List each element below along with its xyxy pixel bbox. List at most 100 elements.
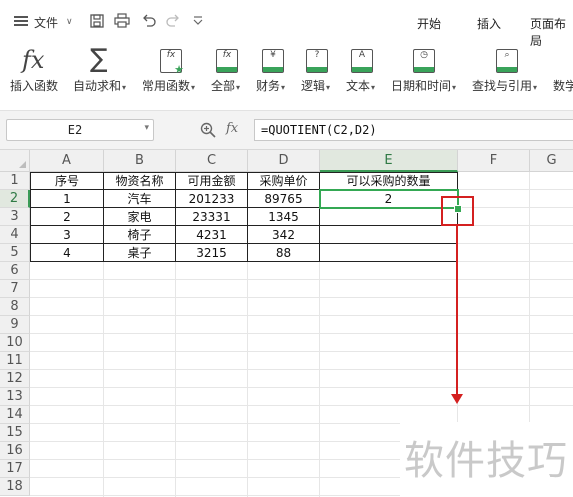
ribbon-label: 数学 [553,79,573,93]
dropdown-arrow-icon: ▾ [122,83,127,92]
table-cell[interactable]: 342 [248,226,319,244]
name-box[interactable]: E2 ▾ [6,119,154,141]
header-cell[interactable]: 序号 [31,172,103,190]
active-cell-selection [319,189,459,209]
row-header[interactable]: 4 [0,226,30,244]
zoom-search-icon[interactable] [200,122,216,138]
table-cell[interactable]: 4231 [176,226,247,244]
select-all-corner[interactable] [0,150,30,172]
row-header[interactable]: 11 [0,352,30,370]
gridline [458,189,573,190]
table-cell[interactable] [320,208,457,226]
search-book-icon: ⌕ [496,49,518,73]
fx-icon[interactable]: fx [226,121,238,136]
row-header[interactable]: 18 [0,478,30,496]
tab-page-layout[interactable]: 页面布局 [530,15,573,49]
header-cell[interactable]: 可以采购的数量 [320,172,457,190]
print-icon[interactable] [114,13,130,28]
row-header[interactable]: 13 [0,388,30,406]
dropdown-arrow-icon: ▾ [191,83,196,92]
table-cell[interactable]: 桌子 [104,244,175,262]
fx-icon: fx [22,46,45,74]
table-cell[interactable] [320,244,457,262]
table-cell[interactable]: 4 [31,244,103,262]
row-header[interactable]: 17 [0,460,30,478]
header-cell[interactable]: 采购单价 [248,172,319,190]
table-cell[interactable]: 3215 [176,244,247,262]
tab-home[interactable]: 开始 [417,15,441,32]
gridline [30,315,573,316]
gridline [30,297,573,298]
dropdown-arrow-icon: ▾ [533,83,538,92]
row-header[interactable]: 15 [0,424,30,442]
redo-icon[interactable] [166,14,180,27]
menu-bar: 文件 ∨ 开始 插入 页面布局 [0,0,573,49]
name-box-value: E2 [67,123,83,137]
row-header[interactable]: 5 [0,244,30,262]
table-cell[interactable]: 3 [31,226,103,244]
chevron-down-icon[interactable]: ▾ [144,123,149,133]
hamburger-menu-icon[interactable] [14,16,28,27]
row-header[interactable]: 3 [0,208,30,226]
fx-book-icon: fx [216,49,238,73]
header-cell[interactable]: 物资名称 [104,172,175,190]
column-header-d[interactable]: D [248,150,320,172]
row-header[interactable]: 12 [0,370,30,388]
gridline [30,351,573,352]
gridline [30,333,573,334]
table-cell[interactable]: 23331 [176,208,247,226]
column-header-c[interactable]: C [176,150,248,172]
formula-input[interactable]: =QUOTIENT(C2,D2) [254,119,573,141]
star-fx-icon: fx ★ [160,49,184,75]
gridline [458,243,573,244]
row-header[interactable]: 7 [0,280,30,298]
ribbon-label: 插入函数 [10,79,59,93]
formula-text: =QUOTIENT(C2,D2) [261,123,377,137]
table-cell[interactable]: 家电 [104,208,175,226]
table-cell[interactable]: 89765 [248,190,319,208]
save-icon[interactable] [90,14,104,28]
gridline [458,207,573,208]
tab-insert[interactable]: 插入 [477,15,501,32]
ribbon-label: 查找与引用 [472,79,533,93]
file-menu[interactable]: 文件 [34,14,58,31]
annotation-arrow-head-icon [451,394,463,404]
table-cell[interactable]: 1345 [248,208,319,226]
chevron-down-icon[interactable]: ∨ [66,17,73,27]
table-cell[interactable]: 椅子 [104,226,175,244]
dropdown-arrow-icon: ▾ [281,83,286,92]
ribbon-label: 自动求和 [73,79,122,93]
undo-icon[interactable] [142,14,156,27]
table-cell[interactable]: 2 [31,208,103,226]
ribbon-label: 文本 [346,79,371,93]
row-header[interactable]: 1 [0,172,30,190]
column-header-b[interactable]: B [104,150,176,172]
clock-book-icon: ◷ [413,49,435,73]
table-cell[interactable]: 汽车 [104,190,175,208]
formula-ribbon: fx 插入函数 ∑ 自动求和▾ fx ★ 常用函数▾ fx 全部▾ ¥ 财务▾ ?… [0,44,573,102]
column-header-f[interactable]: F [458,150,530,172]
row-header[interactable]: 16 [0,442,30,460]
customize-dropdown-icon[interactable] [193,16,203,26]
dropdown-arrow-icon: ▾ [326,83,331,92]
row-header[interactable]: 9 [0,316,30,334]
gridline [458,225,573,226]
table-cell[interactable]: 1 [31,190,103,208]
ribbon-label: 常用函数 [142,79,191,93]
dropdown-arrow-icon: ▾ [452,83,457,92]
table-cell[interactable]: 88 [248,244,319,262]
header-cell[interactable]: 可用金额 [176,172,247,190]
table-cell[interactable] [320,226,457,244]
row-header[interactable]: 2 [0,190,30,208]
row-header[interactable]: 6 [0,262,30,280]
annotation-highlight-box [441,196,474,226]
table-cell[interactable]: 201233 [176,190,247,208]
row-header[interactable]: 8 [0,298,30,316]
column-header-e[interactable]: E [320,150,458,172]
column-header-g[interactable]: G [530,150,573,172]
row-header[interactable]: 10 [0,334,30,352]
question-book-icon: ? [306,49,328,73]
column-header-a[interactable]: A [30,150,104,172]
a-book-icon: A [351,49,373,73]
row-header[interactable]: 14 [0,406,30,424]
